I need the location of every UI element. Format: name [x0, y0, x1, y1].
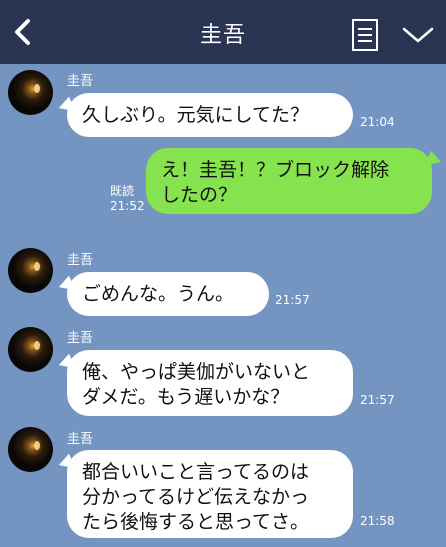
- sender-name: 圭吾: [67, 432, 94, 447]
- message-line: え！圭吾！？ブロック解除: [161, 159, 390, 181]
- sender-name: 圭吾: [67, 331, 94, 346]
- message-time: 21:52: [110, 199, 145, 213]
- read-receipt: 既読 21:52: [110, 184, 145, 214]
- message-line: 久しぶり。元気にしてた？: [82, 104, 310, 126]
- lamp-light-icon: [34, 441, 40, 450]
- read-label: 既読: [110, 184, 135, 198]
- message-line: 都合いいこと言ってるのは: [82, 461, 310, 483]
- message-bubble[interactable]: え！圭吾！？ブロック解除 したの？: [146, 148, 432, 214]
- message-line: ダメだ。もう遅いかな？: [82, 386, 290, 408]
- message-bubble[interactable]: 都合いいこと言ってるのは 分かってるけど伝えなかっ たら後悔すると思ってさ。: [67, 450, 353, 538]
- message-line: 俺、やっぱ美伽がいないと: [82, 361, 311, 383]
- avatar[interactable]: [8, 327, 53, 372]
- chevron-down-icon: [402, 27, 434, 43]
- chat-header: 圭吾: [0, 0, 446, 64]
- message-bubble[interactable]: 俺、やっぱ美伽がいないと ダメだ。もう遅いかな？: [67, 350, 353, 416]
- avatar[interactable]: [8, 248, 53, 293]
- lamp-light-icon: [34, 262, 40, 271]
- sender-name: 圭吾: [67, 74, 94, 89]
- message-time: 21:04: [360, 115, 395, 129]
- lamp-light-icon: [34, 341, 40, 350]
- message-line: たら後悔すると思ってさ。: [82, 511, 310, 533]
- message-line: したの？: [161, 184, 238, 206]
- lamp-light-icon: [34, 84, 40, 93]
- sender-name: 圭吾: [67, 253, 94, 268]
- message-line: ごめんな。うん。: [82, 283, 235, 305]
- message-time: 21:58: [360, 514, 395, 528]
- message-bubble[interactable]: 久しぶり。元気にしてた？: [67, 93, 353, 137]
- note-button[interactable]: [350, 18, 380, 52]
- avatar[interactable]: [8, 70, 53, 115]
- menu-toggle-button[interactable]: [400, 22, 436, 48]
- avatar[interactable]: [8, 427, 53, 472]
- message-time: 21:57: [360, 393, 395, 407]
- message-line: 分かってるけど伝えなかっ: [82, 486, 310, 508]
- message-time: 21:57: [275, 293, 310, 307]
- message-bubble[interactable]: ごめんな。うん。: [67, 272, 269, 316]
- note-list-icon: [352, 19, 378, 51]
